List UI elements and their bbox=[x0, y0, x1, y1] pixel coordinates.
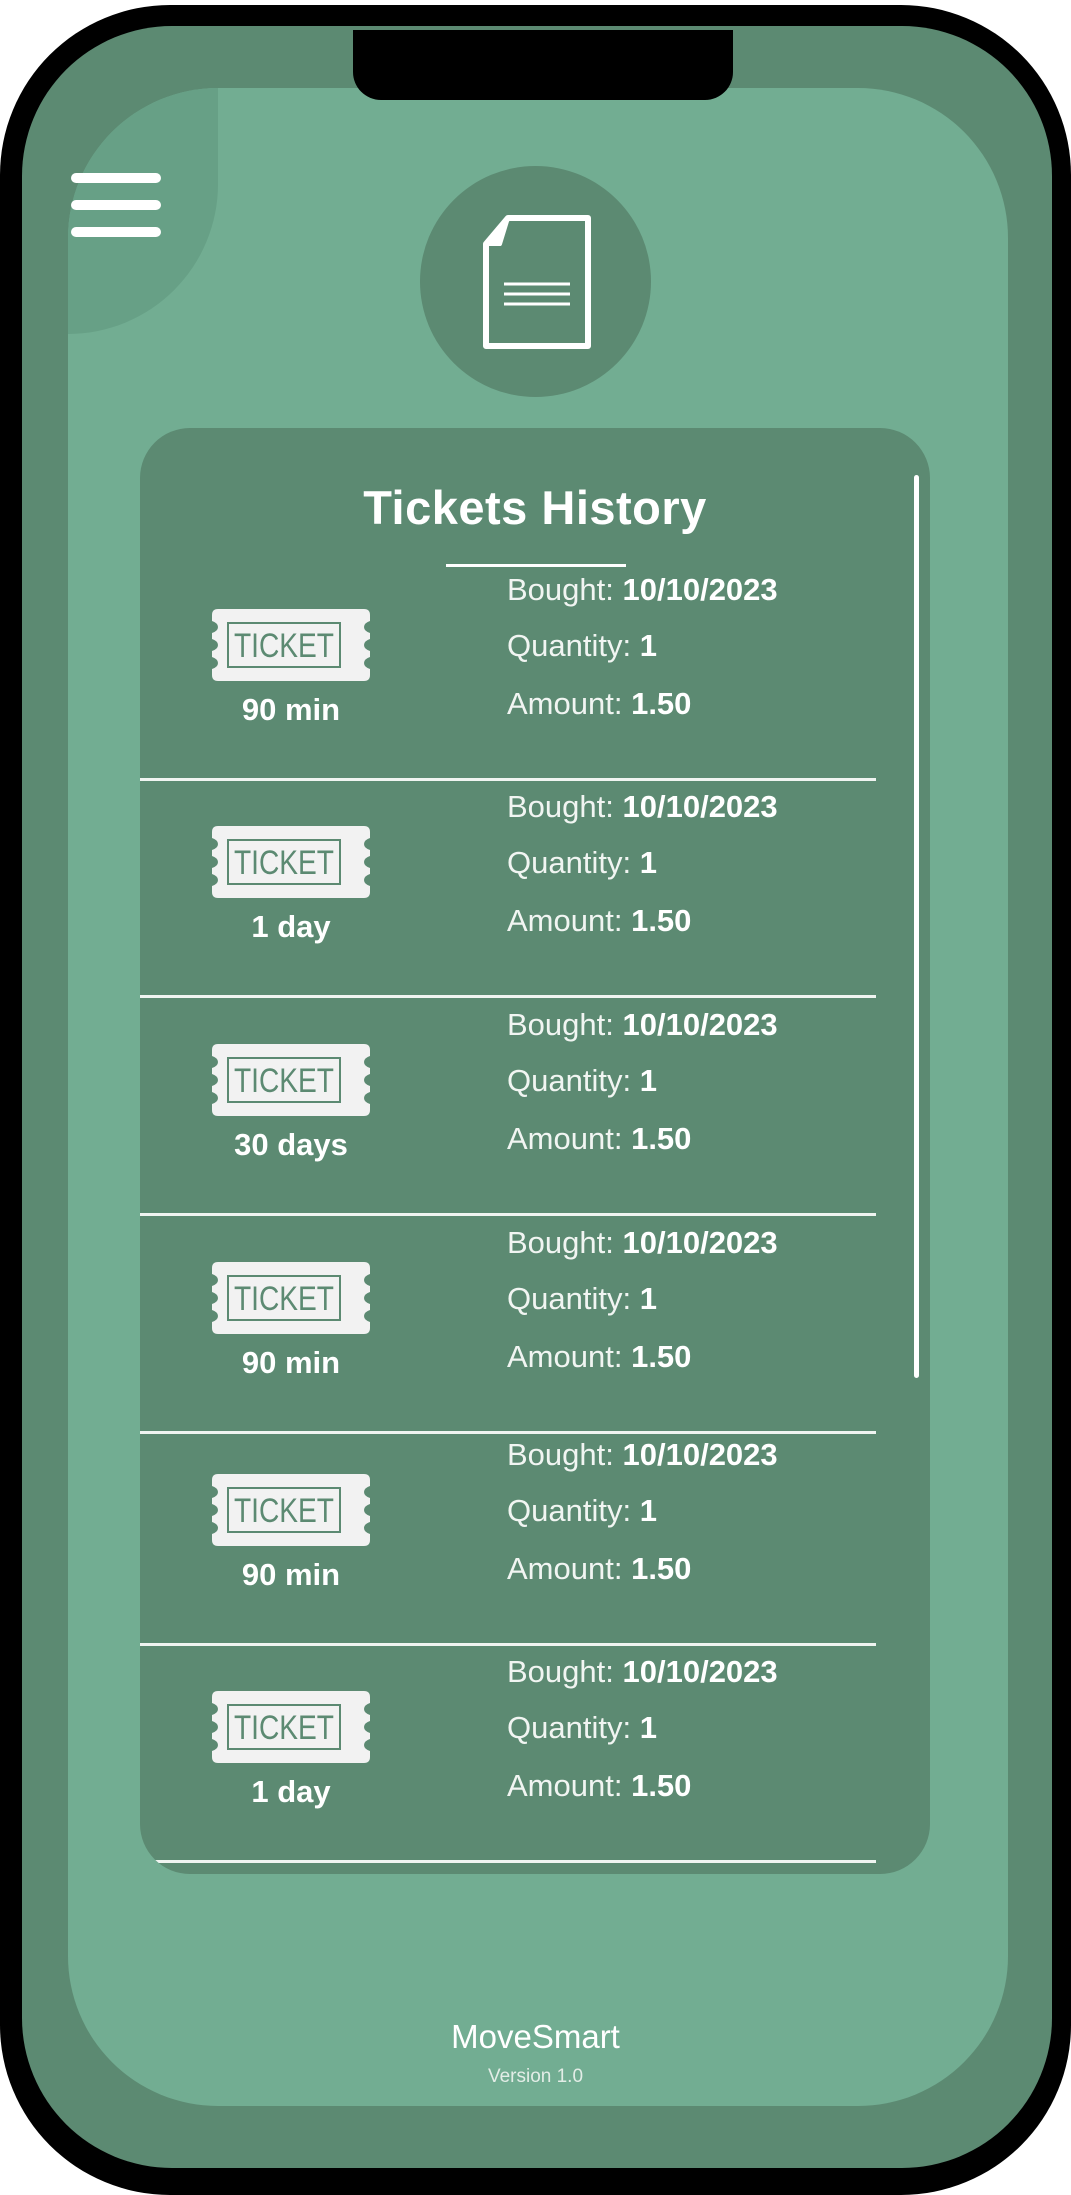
bought-label: Bought: bbox=[507, 1437, 614, 1472]
bought-value: 10/10/2023 bbox=[622, 1437, 778, 1472]
amount-label: Amount: bbox=[507, 1768, 623, 1803]
ticket-icon-text: TICKET bbox=[234, 1492, 334, 1530]
ticket-row[interactable]: TICKET 30 days Bought: 10/10/2023 Quanti… bbox=[140, 999, 876, 1216]
ticket-type: 1 day bbox=[251, 909, 331, 944]
quantity-label: Quantity: bbox=[507, 1063, 632, 1098]
ticket-icon: TICKET bbox=[212, 1044, 370, 1116]
amount-value: 1.50 bbox=[631, 686, 692, 721]
bought-value: 10/10/2023 bbox=[622, 1225, 778, 1260]
bought-info: Bought: 10/10/2023 bbox=[507, 572, 778, 608]
quantity-value: 1 bbox=[639, 1281, 657, 1316]
quantity-info: Quantity: 1 bbox=[507, 1493, 657, 1529]
bought-info: Bought: 10/10/2023 bbox=[507, 1654, 778, 1690]
amount-info: Amount: 1.50 bbox=[507, 1768, 691, 1804]
quantity-info: Quantity: 1 bbox=[507, 1063, 657, 1099]
quantity-label: Quantity: bbox=[507, 628, 632, 663]
amount-label: Amount: bbox=[507, 686, 623, 721]
ticket-row[interactable]: TICKET 1 day Bought: 10/10/2023 Quantity… bbox=[140, 1646, 876, 1863]
bought-label: Bought: bbox=[507, 572, 614, 607]
app-version: Version 1.0 bbox=[487, 2066, 584, 2087]
quantity-value: 1 bbox=[639, 628, 657, 663]
quantity-info: Quantity: 1 bbox=[507, 1281, 657, 1317]
bought-info: Bought: 10/10/2023 bbox=[507, 789, 778, 825]
quantity-info: Quantity: 1 bbox=[507, 1710, 657, 1746]
ticket-row[interactable]: TICKET 90 min Bought: 10/10/2023 Quantit… bbox=[140, 1217, 876, 1434]
quantity-value: 1 bbox=[639, 1493, 657, 1528]
quantity-label: Quantity: bbox=[507, 1493, 632, 1528]
amount-info: Amount: 1.50 bbox=[507, 686, 691, 722]
amount-value: 1.50 bbox=[631, 1121, 692, 1156]
quantity-label: Quantity: bbox=[507, 1281, 632, 1316]
app-name: MoveSmart bbox=[451, 2018, 620, 2055]
amount-value: 1.50 bbox=[631, 1551, 692, 1586]
bought-value: 10/10/2023 bbox=[622, 789, 778, 824]
bought-info: Bought: 10/10/2023 bbox=[507, 1007, 778, 1043]
ticket-type: 90 min bbox=[241, 692, 341, 727]
tickets-history-panel: Tickets History TICKET 90 min Bought: 10… bbox=[140, 428, 930, 1874]
amount-label: Amount: bbox=[507, 1551, 623, 1586]
ticket-icon-text: TICKET bbox=[234, 844, 334, 882]
ticket-row[interactable]: TICKET 1 day Bought: 10/10/2023 Quantity… bbox=[140, 781, 876, 998]
quantity-info: Quantity: 1 bbox=[507, 845, 657, 881]
amount-info: Amount: 1.50 bbox=[507, 903, 691, 939]
ticket-icon: TICKET bbox=[212, 1262, 370, 1334]
bought-label: Bought: bbox=[507, 1225, 614, 1260]
amount-value: 1.50 bbox=[631, 1339, 692, 1374]
ticket-icon-text: TICKET bbox=[234, 1280, 334, 1318]
scrollbar[interactable] bbox=[914, 475, 919, 1378]
panel-title: Tickets History bbox=[363, 481, 707, 534]
ticket-type: 90 min bbox=[241, 1557, 341, 1592]
ticket-row[interactable]: TICKET 90 min Bought: 10/10/2023 Quantit… bbox=[140, 564, 876, 781]
quantity-label: Quantity: bbox=[507, 1710, 632, 1745]
ticket-type: 30 days bbox=[234, 1127, 348, 1162]
quantity-value: 1 bbox=[639, 1710, 657, 1745]
ticket-type: 90 min bbox=[241, 1345, 341, 1380]
ticket-type: 1 day bbox=[251, 1774, 331, 1809]
ticket-icon-text: TICKET bbox=[234, 627, 334, 665]
bought-info: Bought: 10/10/2023 bbox=[507, 1225, 778, 1261]
header-badge bbox=[420, 166, 651, 397]
ticket-icon-text: TICKET bbox=[234, 1709, 334, 1747]
phone-notch bbox=[353, 30, 733, 100]
menu-button[interactable] bbox=[71, 170, 161, 240]
bought-value: 10/10/2023 bbox=[622, 1007, 778, 1042]
quantity-info: Quantity: 1 bbox=[507, 628, 657, 664]
amount-info: Amount: 1.50 bbox=[507, 1121, 691, 1157]
quantity-value: 1 bbox=[639, 1063, 657, 1098]
bought-label: Bought: bbox=[507, 789, 614, 824]
amount-label: Amount: bbox=[507, 1339, 623, 1374]
amount-value: 1.50 bbox=[631, 903, 692, 938]
ticket-icon-text: TICKET bbox=[234, 1062, 334, 1100]
row-divider bbox=[140, 1213, 876, 1216]
bought-info: Bought: 10/10/2023 bbox=[507, 1437, 778, 1473]
row-divider bbox=[140, 995, 876, 998]
document-icon bbox=[483, 215, 591, 349]
quantity-label: Quantity: bbox=[507, 845, 632, 880]
bought-label: Bought: bbox=[507, 1007, 614, 1042]
ticket-icon: TICKET bbox=[212, 826, 370, 898]
row-divider bbox=[140, 1860, 876, 1863]
amount-label: Amount: bbox=[507, 903, 623, 938]
amount-label: Amount: bbox=[507, 1121, 623, 1156]
bought-value: 10/10/2023 bbox=[622, 572, 778, 607]
amount-info: Amount: 1.50 bbox=[507, 1551, 691, 1587]
quantity-value: 1 bbox=[639, 845, 657, 880]
bought-label: Bought: bbox=[507, 1654, 614, 1689]
ticket-row[interactable]: TICKET 90 min Bought: 10/10/2023 Quantit… bbox=[140, 1429, 876, 1646]
amount-value: 1.50 bbox=[631, 1768, 692, 1803]
ticket-icon: TICKET bbox=[212, 1474, 370, 1546]
bought-value: 10/10/2023 bbox=[622, 1654, 778, 1689]
ticket-icon: TICKET bbox=[212, 1691, 370, 1763]
amount-info: Amount: 1.50 bbox=[507, 1339, 691, 1375]
ticket-icon: TICKET bbox=[212, 609, 370, 681]
